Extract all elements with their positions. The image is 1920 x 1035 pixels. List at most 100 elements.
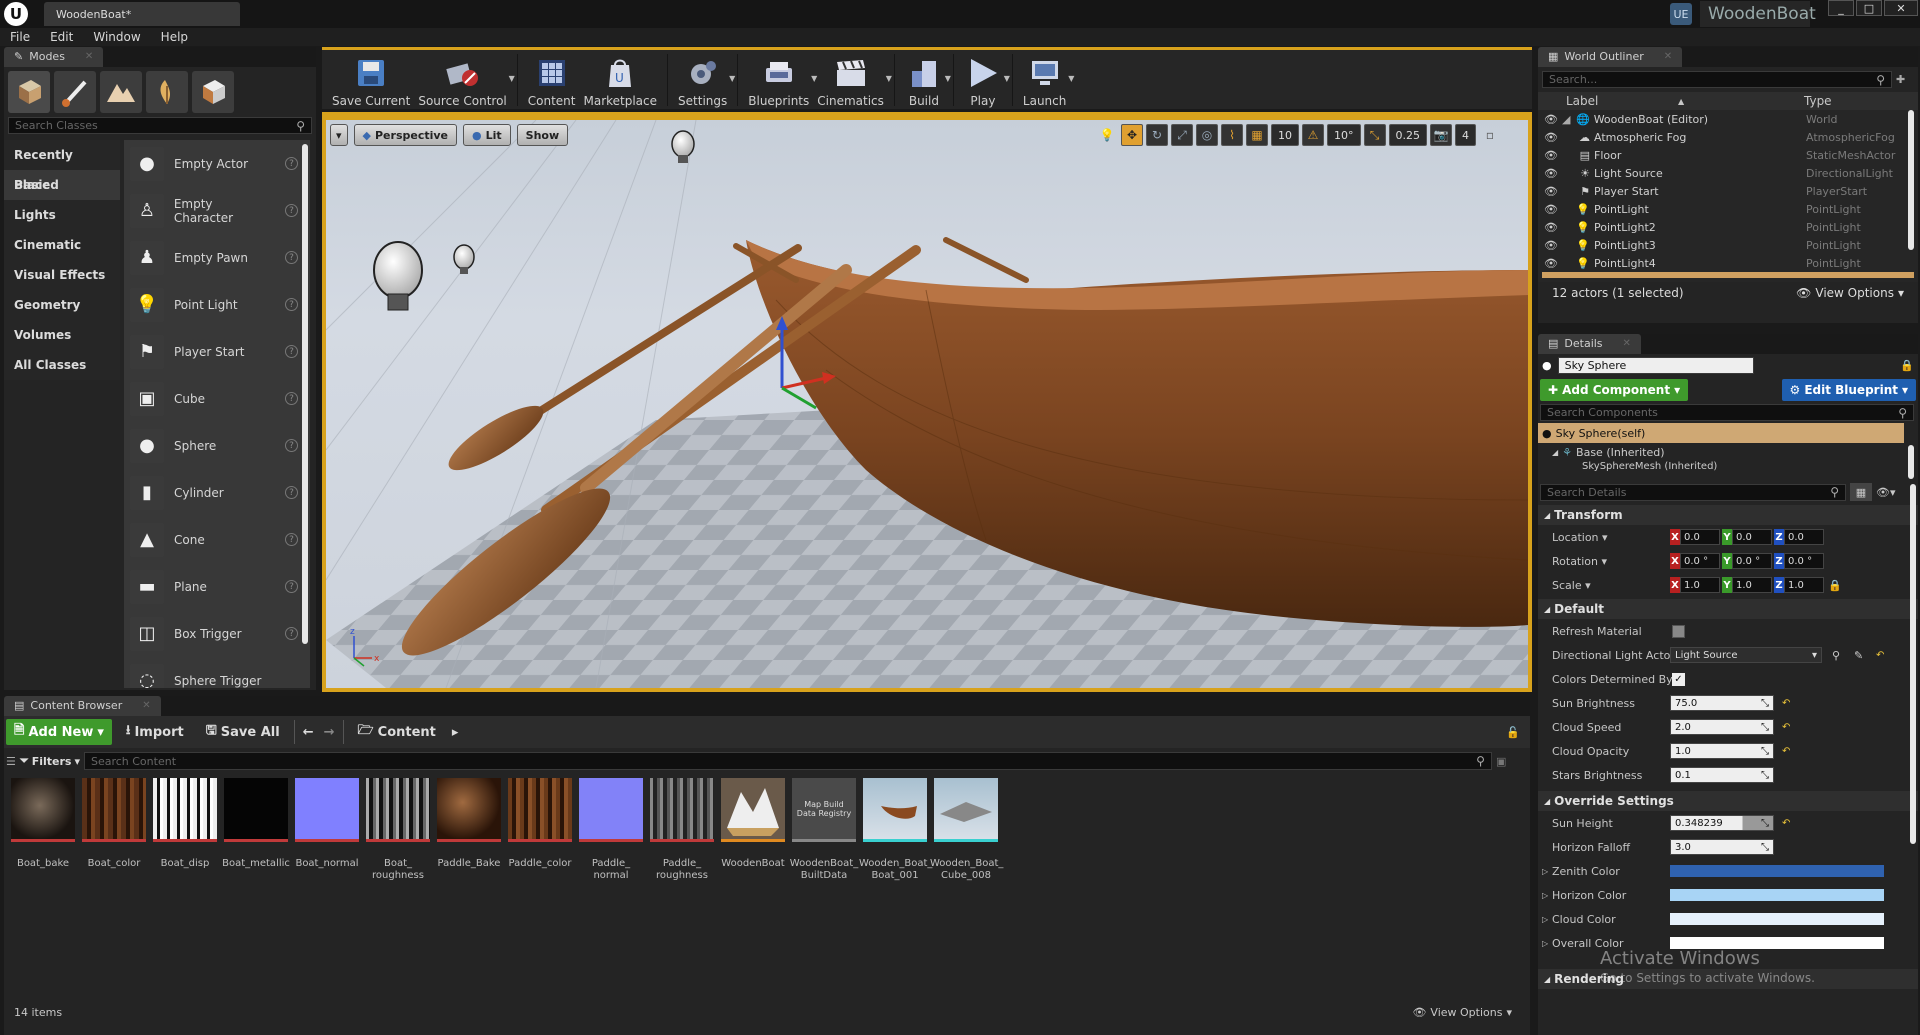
lit-button[interactable]: ● Lit xyxy=(463,124,511,146)
category-visual-effects[interactable]: Visual Effects xyxy=(4,260,120,290)
asset-tile[interactable]: Paddle_Bake xyxy=(436,778,502,870)
help-icon[interactable]: ? xyxy=(285,627,298,640)
actor-player-start[interactable]: ⚑ Player Start? xyxy=(124,328,310,375)
help-icon[interactable]: ? xyxy=(285,392,298,405)
rotation-snap-value[interactable]: 10° xyxy=(1327,124,1361,146)
asset-tile[interactable]: Boat_bake xyxy=(10,778,76,870)
world-outliner-tab[interactable]: ▦ World Outliner ✕ xyxy=(1538,47,1683,67)
geometry-mode-icon[interactable] xyxy=(192,71,234,113)
asset-tile[interactable]: Paddle_ normal xyxy=(578,778,644,882)
location-label[interactable]: Location ▾ xyxy=(1552,531,1608,544)
menu-window[interactable]: Window xyxy=(83,28,150,46)
browse-icon[interactable]: ⚲ xyxy=(1832,649,1840,662)
scale-z-field[interactable]: 1.0 xyxy=(1784,577,1824,593)
cloud-color-swatch[interactable] xyxy=(1670,913,1884,925)
category-lights[interactable]: Lights xyxy=(4,200,120,230)
scale-snap-value[interactable]: 0.25 xyxy=(1388,124,1427,146)
asset-tile[interactable]: Boat_metallic xyxy=(222,778,290,870)
back-arrow-icon[interactable]: ← xyxy=(301,719,316,745)
actor-empty-actor[interactable]: ● Empty Actor? xyxy=(124,140,310,187)
property-matrix-icon[interactable]: ▦ xyxy=(1850,483,1872,501)
eye-icon[interactable]: 👁 xyxy=(1544,149,1562,162)
help-icon[interactable]: ? xyxy=(285,251,298,264)
asset-tile[interactable]: Boat_disp xyxy=(152,778,218,870)
actor-empty-character[interactable]: ♙ Empty Character? xyxy=(124,187,310,234)
sources-toggle-icon[interactable]: ☰ xyxy=(6,755,16,768)
actor-cube[interactable]: ▣ Cube? xyxy=(124,375,310,422)
object-name-field[interactable]: Sky Sphere xyxy=(1557,356,1754,374)
self-component-row[interactable]: ● Sky Sphere(self) xyxy=(1538,423,1904,443)
override-settings-section[interactable]: ◢ Override Settings xyxy=(1538,791,1918,811)
help-icon[interactable]: ? xyxy=(285,298,298,311)
help-icon[interactable]: ? xyxy=(285,204,298,217)
outliner-row[interactable]: 👁 ☁ Atmospheric Fog AtmosphericFog xyxy=(1538,128,1918,146)
zenith-color-swatch[interactable] xyxy=(1670,865,1884,877)
eye-icon[interactable]: 👁 xyxy=(1544,185,1562,198)
viewport-options-button[interactable]: ▾ xyxy=(330,124,348,146)
category-basic[interactable]: Basic xyxy=(4,170,120,200)
cinematics-button[interactable]: Cinematics ▼ xyxy=(813,52,892,108)
location-x-field[interactable]: 0.0 xyxy=(1680,529,1720,545)
outliner-search-input[interactable]: Search... ⚲ xyxy=(1542,71,1892,88)
world-local-icon[interactable]: ◎ xyxy=(1196,124,1218,146)
reset-default-icon[interactable]: ↶ xyxy=(1782,698,1790,709)
level-viewport[interactable]: z x ▾ ◆ Perspective ● Lit Show 💡 ✥ ↻ ⤢ ◎ ⌇… xyxy=(324,118,1530,690)
content-button[interactable]: Content xyxy=(524,52,580,108)
rotate-mode-icon[interactable]: ↻ xyxy=(1146,124,1168,146)
asset-tile[interactable]: Map Build Data Registry WoodenBoat_ Built… xyxy=(790,778,858,882)
mesh-component-row[interactable]: SkySphereMesh (Inherited) xyxy=(1538,461,1918,471)
play-button[interactable]: Play ▼ xyxy=(960,52,1010,108)
outliner-row[interactable]: 👁 ▤ Floor StaticMeshActor xyxy=(1538,146,1918,164)
outliner-row[interactable]: 👁 ⚑ Player Start PlayerStart xyxy=(1538,182,1918,200)
eye-icon[interactable]: 👁 xyxy=(1544,221,1562,234)
outliner-scrollbar[interactable] xyxy=(1908,110,1914,250)
label-column-header[interactable]: Label xyxy=(1566,94,1598,108)
help-icon[interactable]: ? xyxy=(285,580,298,593)
scale-snap-icon[interactable]: ⤡ xyxy=(1363,124,1386,146)
import-button[interactable]: ⭳ Import xyxy=(118,719,192,745)
outliner-row[interactable]: 👁 💡 PointLight3 PointLight xyxy=(1538,236,1918,254)
build-button[interactable]: Build ▼ xyxy=(901,52,951,108)
landscape-mode-icon[interactable] xyxy=(100,71,142,113)
camera-speed-value[interactable]: 4 xyxy=(1455,124,1476,146)
actor-sphere[interactable]: ● Sphere? xyxy=(124,422,310,469)
asset-tile[interactable]: Boat_ roughness xyxy=(365,778,431,882)
eye-icon[interactable]: 👁 xyxy=(1544,113,1562,126)
horizon-falloff-field[interactable]: 3.0 ⤡ xyxy=(1670,839,1774,855)
lock-icon[interactable]: 🔓 xyxy=(1506,726,1520,739)
add-icon[interactable]: ✚ xyxy=(1896,73,1905,86)
add-component-button[interactable]: ✚ Add Component ▾ xyxy=(1540,379,1689,401)
search-content-input[interactable]: Search Content ⚲ xyxy=(83,752,1492,770)
help-icon[interactable]: ? xyxy=(285,439,298,452)
close-button[interactable]: ✕ xyxy=(1884,0,1918,16)
modes-tab[interactable]: ✎ Modes ✕ xyxy=(4,47,104,67)
camera-speed-icon[interactable]: 📷 xyxy=(1430,124,1452,146)
type-column-header[interactable]: Type xyxy=(1804,94,1832,108)
perspective-button[interactable]: ◆ Perspective xyxy=(353,124,458,146)
horizon-color-swatch[interactable] xyxy=(1670,889,1884,901)
grid-snap-icon[interactable]: ▦ xyxy=(1246,124,1268,146)
eye-icon[interactable]: 👁 xyxy=(1544,203,1562,216)
close-icon[interactable]: ✕ xyxy=(1623,334,1631,354)
help-icon[interactable]: ? xyxy=(285,486,298,499)
search-components-input[interactable]: Search Components ⚲ xyxy=(1540,404,1914,421)
location-z-field[interactable]: 0.0 xyxy=(1784,529,1824,545)
search-details-input[interactable]: Search Details ⚲ xyxy=(1540,483,1846,501)
menu-file[interactable]: File xyxy=(0,28,40,46)
overall-color-swatch[interactable] xyxy=(1670,937,1884,949)
close-icon[interactable]: ✕ xyxy=(142,696,150,716)
outliner-row[interactable]: 👁 ◢ 🌐 WoodenBoat (Editor) World xyxy=(1538,110,1918,128)
lock-icon[interactable]: 🔒 xyxy=(1900,359,1914,372)
actor-cone[interactable]: ▲ Cone? xyxy=(124,516,310,563)
asset-tile[interactable]: Boat_normal xyxy=(294,778,360,870)
base-component-row[interactable]: ◢ ⚘ Base (Inherited) xyxy=(1538,443,1918,461)
category-cinematic[interactable]: Cinematic xyxy=(4,230,120,260)
rotation-z-field[interactable]: 0.0 ° xyxy=(1784,553,1824,569)
location-y-field[interactable]: 0.0 xyxy=(1732,529,1772,545)
show-button[interactable]: Show xyxy=(516,124,569,146)
actor-plane[interactable]: ▬ Plane? xyxy=(124,563,310,610)
content-view-options[interactable]: 👁 View Options ▾ xyxy=(1412,1006,1512,1019)
details-scrollbar[interactable] xyxy=(1910,484,1916,844)
eye-icon[interactable]: 👁 xyxy=(1544,257,1562,270)
realtime-lightbulb-icon[interactable]: 💡 xyxy=(1096,124,1118,146)
